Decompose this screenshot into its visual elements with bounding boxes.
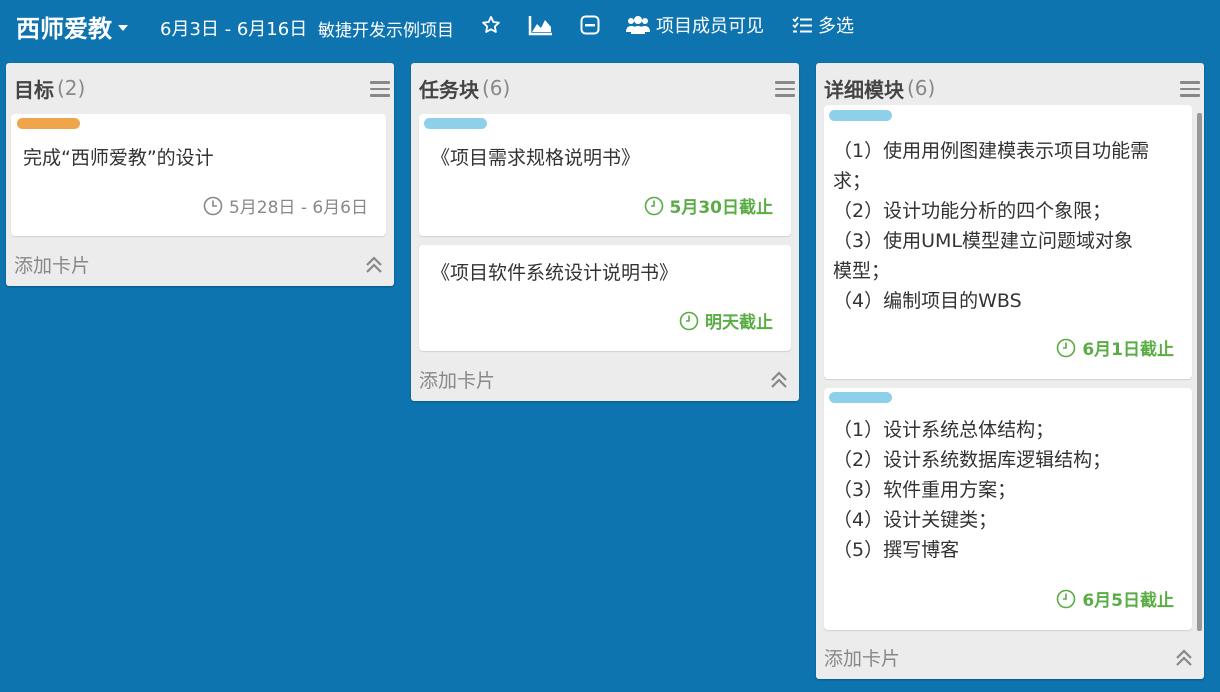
project-name: 敏捷开发示例项目 [318,21,454,41]
collapse-up-icon[interactable] [769,370,789,390]
list-menu-icon[interactable] [370,81,390,97]
clock-icon [679,311,699,330]
card-line: 求； [833,170,872,192]
list-count: (2) [57,76,86,100]
board-title: 西师爱教 [16,15,112,43]
card-title: 《项目需求规格说明书》 [431,147,641,169]
star-icon [482,16,500,33]
card-due: 6月5日截止 [1056,586,1174,611]
list-title: 任务块 [419,77,479,102]
card-due-text: 5月30日截止 [669,198,774,218]
list-menu-icon[interactable] [775,81,795,97]
card-line: （3）软件重用方案； [833,479,1017,501]
star-button[interactable] [480,10,502,40]
clock-icon [1057,589,1076,608]
card-body: （1）使用用例图建模表示项目功能需 求； （2）设计功能分析的四个象限； （3）… [833,136,1149,316]
board-header: 西师爱教 6月3日 - 6月16日 敏捷开发示例项目 项目成员可见 多选 [0,0,1220,52]
collapse-up-icon[interactable] [1174,648,1194,668]
card-label [424,118,487,129]
board-title-menu[interactable]: 西师爱教 [16,9,128,44]
card-line: （1）使用用例图建模表示项目功能需 [833,140,1150,162]
card-system-design[interactable]: 《项目软件系统设计说明书》 明天截止 [419,245,791,351]
card-line: （5）撰写博客 [833,539,960,561]
add-card-button[interactable]: 添加卡片 [14,251,90,278]
list-header: 目标 (2) [14,73,386,103]
caret-down-icon [118,25,128,31]
list-header: 详细模块 (6) [824,73,1196,103]
clock-icon [1057,338,1076,357]
card-due: 5月30日截止 [644,193,774,218]
visibility-button[interactable]: 项目成员可见 [626,10,764,40]
multiselect-button[interactable]: 多选 [792,10,854,40]
clock-icon [644,196,663,215]
card-requirements[interactable]: 《项目需求规格说明书》 5月30日截止 [419,114,791,236]
card-line: （2）设计系统数据库逻辑结构； [833,449,1112,471]
card-design[interactable]: 完成“西师爱教”的设计 5月28日 - 6月6日 [11,114,386,236]
card-line: （4）设计关键类； [833,509,998,531]
add-card-button[interactable]: 添加卡片 [419,366,495,393]
list-header: 任务块 (6) [419,73,791,103]
card-line: （3）使用UML模型建立问题域对象 [833,230,1133,252]
card-label [829,110,892,121]
card-label [17,118,80,129]
list-tasks: 任务块 (6) 《项目需求规格说明书》 5月30日截止 《项目软件系统设计说明书… [411,63,799,401]
list-scrollbar[interactable] [1197,113,1202,631]
list-check-icon [792,16,812,33]
card-title: 完成“西师爱教”的设计 [23,147,214,169]
card-title: 《项目软件系统设计说明书》 [431,262,679,284]
card-due: 6月1日截止 [1056,335,1174,360]
card-due-text: 5月28日 - 6月6日 [228,198,368,218]
card-architecture[interactable]: （1）设计系统总体结构； （2）设计系统数据库逻辑结构； （3）软件重用方案； … [824,388,1192,630]
collapse-button[interactable] [580,10,600,40]
minus-square-icon [580,15,600,35]
list-goals: 目标 (2) 完成“西师爱教”的设计 5月28日 - 6月6日 添加卡片 [6,63,394,286]
date-range: 6月3日 - 6月16日 [160,19,308,40]
card-line: （2）设计功能分析的四个象限； [833,200,1112,222]
multiselect-label: 多选 [818,16,854,37]
card-due-text: 6月1日截止 [1082,340,1174,360]
card-due: 明天截止 [679,308,773,333]
users-icon [626,16,650,34]
card-line: （4）编制项目的WBS [833,290,1022,312]
list-title: 详细模块 [824,77,904,102]
clock-icon [203,196,223,215]
card-due-text: 明天截止 [705,313,773,333]
chart-button[interactable] [528,10,554,40]
add-card-button[interactable]: 添加卡片 [824,644,900,671]
list-count: (6) [907,76,936,100]
list-count: (6) [482,76,511,100]
card-modeling[interactable]: （1）使用用例图建模表示项目功能需 求； （2）设计功能分析的四个象限； （3）… [824,105,1192,379]
card-due: 5月28日 - 6月6日 [203,193,368,218]
card-line: （1）设计系统总体结构； [833,419,1055,441]
card-due-text: 6月5日截止 [1082,591,1174,611]
list-title: 目标 [14,77,54,102]
list-menu-icon[interactable] [1180,81,1200,97]
card-body: （1）设计系统总体结构； （2）设计系统数据库逻辑结构； （3）软件重用方案； … [833,415,1111,565]
area-chart-icon [528,16,552,36]
collapse-up-icon[interactable] [364,255,384,275]
card-line: 模型； [833,260,891,282]
list-modules: 详细模块 (6) （1）使用用例图建模表示项目功能需 求； （2）设计功能分析的… [816,63,1204,679]
card-label [829,392,892,403]
visibility-label: 项目成员可见 [656,16,764,37]
